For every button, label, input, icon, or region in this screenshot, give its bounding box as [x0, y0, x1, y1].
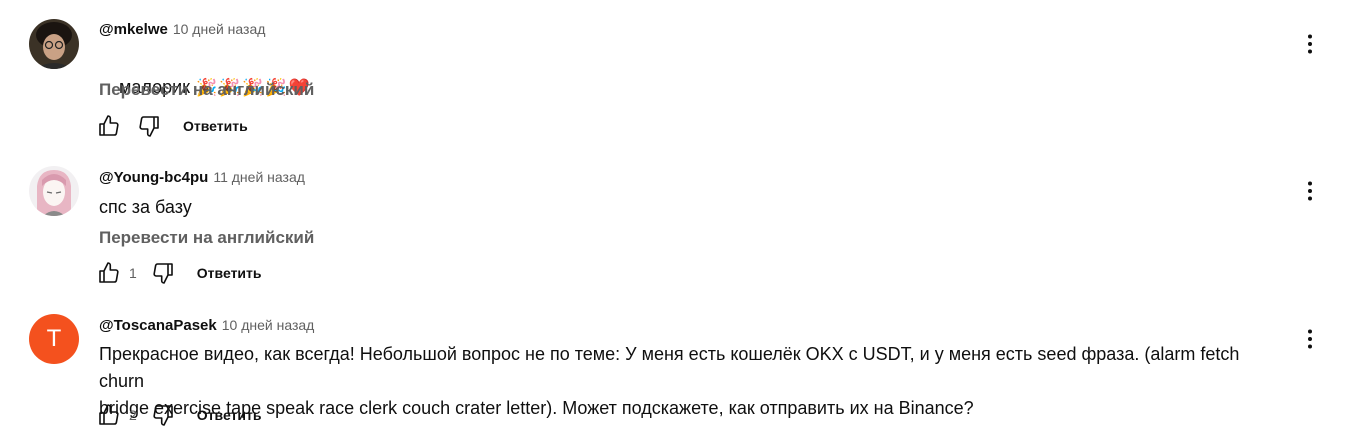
like-button[interactable] [95, 112, 123, 140]
translate-link[interactable]: Перевести на английский [99, 228, 314, 248]
comment-header: @mkelwe 10 дней назад [99, 21, 265, 41]
more-vert-icon [1308, 34, 1312, 54]
comment-menu-button[interactable] [1298, 327, 1322, 351]
avatar-letter: T [46, 325, 62, 352]
like-count: 2 [129, 407, 137, 423]
comment-text: спс за базу [99, 197, 192, 217]
comment: @mkelwe 10 дней назад малорик 🎉 🎉 🎉 🎉 ❤️ Перев… [0, 0, 1354, 148]
thumb-up-icon [99, 262, 119, 283]
author-name[interactable]: @ToscanaPasek [99, 317, 217, 334]
dislike-button[interactable] [149, 401, 177, 429]
like-button[interactable] [95, 401, 123, 429]
comment-time[interactable]: 10 дней назад [173, 21, 266, 37]
translate-link[interactable]: Перевести на английский [99, 80, 314, 100]
comment-menu-button[interactable] [1298, 179, 1322, 203]
comment: T @ToscanaPasek 10 дней назад Прекрасное … [0, 296, 1354, 431]
comment: @Young-bc4pu 11 дней назад спс за базу Пе… [0, 148, 1354, 296]
author-name[interactable]: @Young-bc4pu [99, 169, 208, 186]
comment-toolbar: 1 Ответить [95, 259, 262, 287]
like-button[interactable] [95, 259, 123, 287]
thumb-up-icon [99, 404, 119, 425]
avatar[interactable] [29, 19, 79, 69]
more-vert-icon [1308, 181, 1312, 201]
avatar[interactable] [29, 166, 79, 216]
comment-toolbar: Ответить [95, 112, 248, 140]
avatar[interactable]: T [29, 314, 79, 364]
thumb-down-icon [153, 263, 173, 284]
more-vert-icon [1308, 329, 1312, 349]
comment-header: @ToscanaPasek 10 дней назад [99, 317, 314, 337]
thumb-down-icon [139, 116, 159, 137]
comment-header: @Young-bc4pu 11 дней назад [99, 169, 305, 189]
dislike-button[interactable] [135, 112, 163, 140]
comment-time[interactable]: 10 дней назад [222, 317, 315, 333]
reply-button[interactable]: Ответить [197, 407, 262, 423]
comment-text: Прекрасное видео, как всегда! Небольшой … [99, 344, 1240, 418]
author-name[interactable]: @mkelwe [99, 21, 168, 38]
comment-menu-button[interactable] [1298, 32, 1322, 56]
comment-time[interactable]: 11 дней назад [213, 169, 305, 185]
like-count: 1 [129, 265, 137, 281]
thumb-down-icon [153, 405, 173, 426]
dislike-button[interactable] [149, 259, 177, 287]
reply-button[interactable]: Ответить [197, 265, 262, 281]
reply-button[interactable]: Ответить [183, 118, 248, 134]
thumb-up-icon [99, 115, 119, 136]
comment-toolbar: 2 Ответить [95, 401, 262, 429]
